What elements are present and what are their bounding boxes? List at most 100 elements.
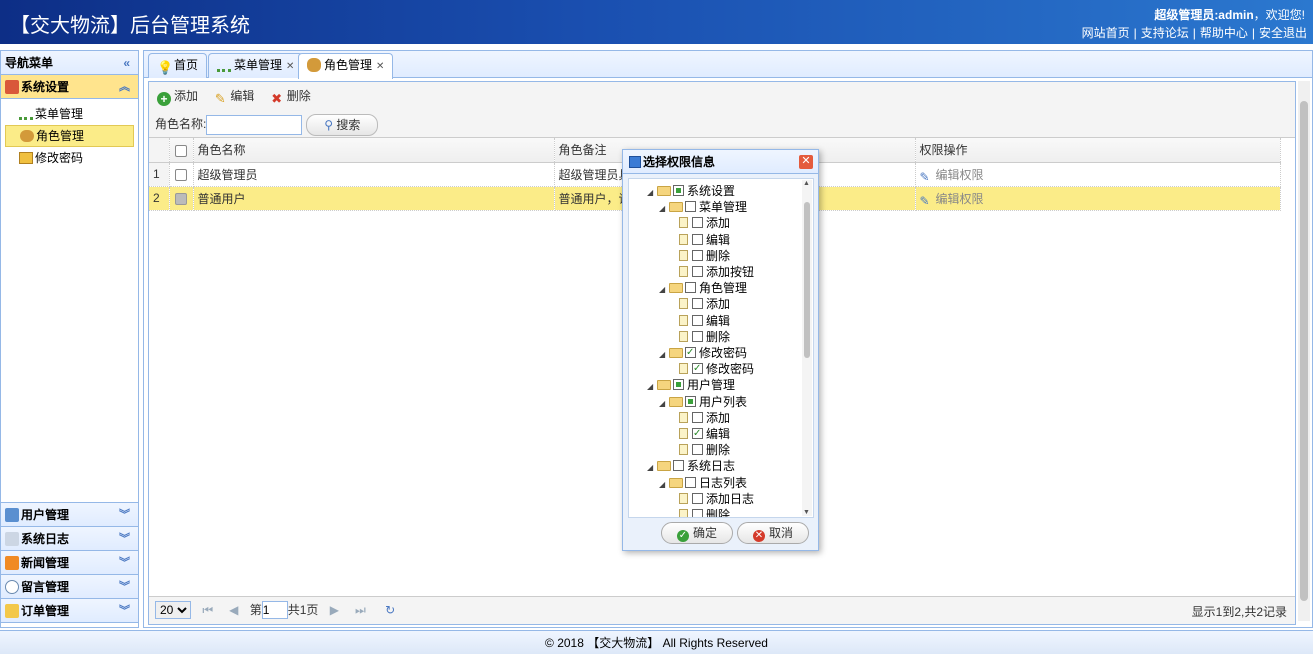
checkbox-checked-icon[interactable]: [175, 192, 187, 205]
page-size-select[interactable]: 20: [155, 601, 191, 619]
tree-node[interactable]: ◢ 修改密码: [659, 345, 747, 361]
tree-checkbox[interactable]: [692, 330, 703, 342]
tree-checkbox[interactable]: [692, 314, 703, 326]
add-button[interactable]: + 添加: [157, 86, 198, 106]
tree-node[interactable]: 删除: [679, 248, 730, 264]
tree-checkbox[interactable]: [673, 379, 684, 391]
tree-node[interactable]: 编辑: [679, 313, 730, 329]
select-all-checkbox[interactable]: [169, 138, 194, 163]
sidebar-section-system-log[interactable]: 系统日志 ︾: [1, 527, 138, 551]
tree-checkbox[interactable]: [673, 460, 684, 472]
sidebar-section-user-management[interactable]: 用户管理 ︾: [1, 503, 138, 527]
next-page-icon[interactable]: ▶: [330, 603, 339, 617]
tree-node[interactable]: ◢ 用户列表: [659, 394, 747, 410]
tree-checkbox[interactable]: [692, 266, 703, 277]
tab-role-management[interactable]: 角色管理 ✕: [298, 53, 394, 79]
tree-checkbox[interactable]: [685, 395, 696, 407]
sidebar-section-messages[interactable]: 留言管理 ︾: [1, 575, 138, 599]
edit-button[interactable]: ✎ 编辑: [213, 86, 254, 106]
expand-toggle-icon[interactable]: ◢: [659, 396, 669, 412]
tree-node[interactable]: 添加日志: [679, 491, 754, 507]
tree-scrollbar[interactable]: ▲ ▼: [802, 180, 812, 516]
cancel-button[interactable]: ✕ 取消: [737, 522, 809, 544]
collapse-left-icon[interactable]: «: [123, 51, 130, 75]
scrollbar-thumb[interactable]: [1300, 101, 1308, 601]
expand-toggle-icon[interactable]: ◢: [659, 477, 669, 493]
first-page-icon[interactable]: ⏮: [202, 603, 213, 618]
edit-permission-link[interactable]: ✎ 编辑权限: [915, 162, 1281, 187]
tree-checkbox[interactable]: [692, 411, 703, 423]
tree-checkbox[interactable]: [692, 217, 703, 229]
expand-toggle-icon[interactable]: ◢: [659, 282, 669, 298]
close-icon[interactable]: ✕: [286, 61, 294, 72]
tree-node[interactable]: 编辑: [679, 426, 730, 442]
tree-node[interactable]: 编辑: [679, 232, 730, 248]
tree-node[interactable]: ◢ 菜单管理: [659, 199, 747, 215]
prev-page-icon[interactable]: ◀: [229, 603, 238, 617]
tree-checkbox[interactable]: [692, 298, 703, 310]
last-page-icon[interactable]: ⏭: [355, 603, 366, 618]
tree-checkbox[interactable]: [692, 361, 703, 377]
checkbox-icon[interactable]: [175, 144, 187, 157]
checkbox-icon[interactable]: [175, 168, 187, 181]
edit-permission-link[interactable]: ✎ 编辑权限: [915, 186, 1281, 211]
expand-toggle-icon[interactable]: ◢: [647, 379, 657, 395]
tab-home[interactable]: 💡首页: [148, 53, 208, 78]
tree-checkbox[interactable]: [692, 233, 703, 245]
sidebar-item-menu-management[interactable]: 菜单管理: [5, 103, 134, 125]
tree-node[interactable]: 添加按钮: [679, 264, 754, 280]
tree-checkbox[interactable]: [692, 492, 703, 504]
link-site-home[interactable]: 网站首页: [1082, 26, 1130, 40]
tree-checkbox[interactable]: [673, 185, 684, 196]
row-checkbox[interactable]: [169, 186, 194, 211]
link-support-forum[interactable]: 支持论坛: [1141, 26, 1189, 40]
expand-toggle-icon[interactable]: ◢: [647, 185, 657, 201]
tree-checkbox[interactable]: [692, 426, 703, 442]
refresh-icon[interactable]: ↻: [385, 603, 395, 617]
column-header-permission-action[interactable]: 权限操作: [915, 138, 1281, 163]
tree-node[interactable]: 修改密码: [679, 361, 754, 377]
tree-node[interactable]: ◢ 用户管理: [647, 377, 735, 393]
tree-checkbox[interactable]: [692, 444, 703, 456]
tree-checkbox[interactable]: [685, 345, 696, 361]
sidebar-item-role-management[interactable]: 角色管理: [5, 125, 134, 147]
main-scrollbar[interactable]: [1298, 81, 1310, 621]
close-icon[interactable]: ✕: [376, 61, 384, 72]
sidebar-section-news[interactable]: 新闻管理 ︾: [1, 551, 138, 575]
tree-checkbox[interactable]: [692, 249, 703, 261]
delete-button[interactable]: ✖ 删除: [270, 86, 310, 106]
tab-menu-management[interactable]: 菜单管理 ✕: [208, 53, 304, 78]
sidebar-section-orders[interactable]: 订单管理 ︾: [1, 599, 138, 623]
tree-node[interactable]: 删除: [679, 329, 730, 345]
tree-node[interactable]: ◢ 系统设置: [647, 183, 735, 199]
link-help-center[interactable]: 帮助中心: [1200, 26, 1248, 40]
tree-checkbox[interactable]: [685, 201, 696, 213]
scrollbar-thumb[interactable]: [804, 202, 810, 358]
expand-toggle-icon[interactable]: ◢: [659, 201, 669, 217]
tree-node[interactable]: 添加: [679, 296, 730, 312]
scroll-up-icon[interactable]: ▲: [803, 180, 810, 187]
sidebar-section-system-settings[interactable]: 系统设置 ︽: [1, 75, 138, 99]
tree-node[interactable]: 删除: [679, 442, 730, 458]
tree-node[interactable]: 添加: [679, 410, 730, 426]
column-header-role-name[interactable]: 角色名称: [193, 138, 555, 163]
sidebar-item-change-password[interactable]: 修改密码: [5, 147, 134, 169]
tree-node[interactable]: ◢ 日志列表: [659, 475, 747, 491]
tree-node[interactable]: ◢ 角色管理: [659, 280, 747, 296]
page-number-input[interactable]: [261, 601, 288, 619]
tree-node[interactable]: ◢ 系统日志: [647, 458, 735, 474]
tree-node[interactable]: 添加: [679, 215, 730, 231]
tree-checkbox[interactable]: [685, 476, 696, 488]
role-name-search-input[interactable]: [206, 115, 303, 135]
scroll-down-icon[interactable]: ▼: [803, 509, 810, 516]
expand-toggle-icon[interactable]: ◢: [647, 460, 657, 476]
row-checkbox[interactable]: [169, 162, 194, 187]
tree-checkbox[interactable]: [685, 282, 696, 294]
ok-button[interactable]: ✓ 确定: [661, 522, 733, 544]
search-button[interactable]: ⚲ 搜索: [306, 114, 379, 136]
close-icon[interactable]: ✕: [799, 155, 813, 169]
tree-checkbox[interactable]: [692, 509, 703, 517]
tree-node[interactable]: 删除: [679, 507, 730, 517]
expand-toggle-icon[interactable]: ◢: [659, 347, 669, 363]
link-logout[interactable]: 安全退出: [1259, 26, 1307, 40]
